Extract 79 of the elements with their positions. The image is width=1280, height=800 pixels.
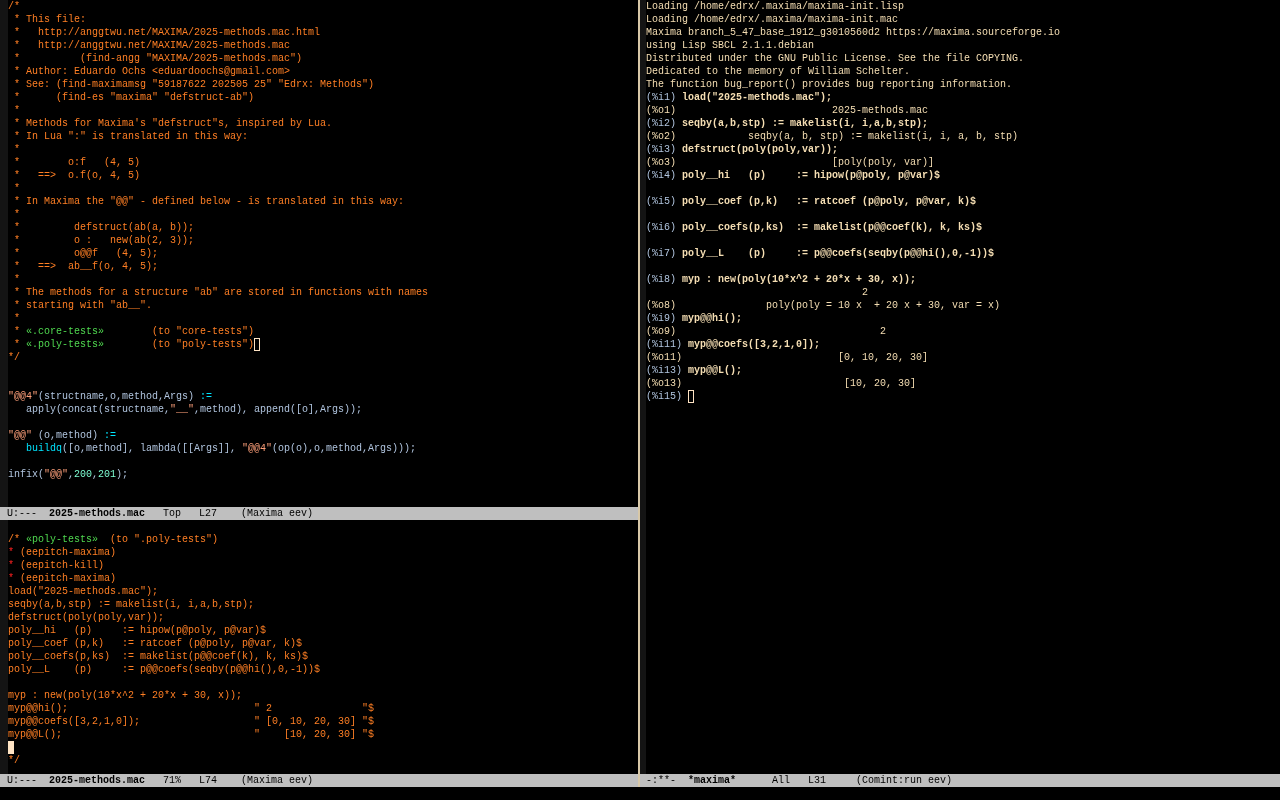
repl-line: (%i7) poly__L (p) := p@@coefs(seqby(p@@hi(),0,-1))$	[646, 247, 995, 260]
code-line: * (eepitch-maxima)	[8, 546, 117, 559]
code-line: * o@@f (4, 5);	[13, 247, 159, 260]
code-line: */	[8, 351, 20, 364]
code-line: *	[13, 182, 20, 195]
code-line: * «.poly-tests» (to "poly-tests")	[13, 338, 255, 351]
code-line: * starting with "ab__".	[13, 299, 153, 312]
repl-line: Dedicated to the memory of William Schelter.	[646, 65, 911, 78]
code-line: infix("@@",200,201);	[8, 468, 129, 481]
code-line: /* «poly-tests» (to ".poly-tests")	[8, 533, 219, 546]
code-line: * http://anggtwu.net/MAXIMA/2025-methods.mac.html	[13, 26, 321, 39]
code-line: defstruct(poly(poly,var));	[8, 611, 165, 624]
code-line: myp@@L(); " [10, 20, 30] "$	[8, 728, 375, 741]
repl-line: (%i2) seqby(a,b,stp) := makelist(i, i,a,b,stp);	[646, 117, 929, 130]
mode-line-text: U:--- 2025-methods.mac Top L27 (Maxima eev)	[7, 507, 314, 520]
code-line: /*	[8, 0, 20, 13]
code-line: * «.core-tests» (to "core-tests")	[13, 325, 255, 338]
code-line: *	[13, 208, 20, 221]
repl-line: Loading /home/edrx/.maxima/maxima-init.mac	[646, 13, 899, 26]
code-line: myp@@hi(); " 2 "$	[8, 702, 375, 715]
repl-line: Loading /home/edrx/.maxima/maxima-init.lisp	[646, 0, 905, 13]
code-line: * (eepitch-maxima)	[8, 572, 117, 585]
repl-line: (%i8) myp : new(poly(10*x^2 + 20*x + 30, x));	[646, 273, 917, 286]
mode-line-text: -:**- *maxima* All L31 (Comint:run eev)	[646, 774, 953, 787]
code-line: * ==> o.f(o, 4, 5)	[13, 169, 141, 182]
code-line: *	[13, 143, 20, 156]
repl-line: (%i4) poly__hi (p) := hipow(p@poly, p@var)$	[646, 169, 941, 182]
code-line: * Author: Eduardo Ochs <eduardoochs@gmail.com>	[13, 65, 291, 78]
repl-line: (%i1) load("2025-methods.mac");	[646, 91, 833, 104]
repl-line: (%i13) myp@@L();	[646, 364, 743, 377]
code-line: * (eepitch-kill)	[8, 559, 105, 572]
repl-line: (%i9) myp@@hi();	[646, 312, 743, 325]
repl-line: (%o1) 2025-methods.mac	[646, 104, 929, 117]
code-line: *	[13, 104, 20, 117]
code-line: buildq([o,method], lambda([[Args]], "@@4"(op(o),o,method,Args)));	[25, 442, 417, 455]
mode-line-text: U:--- 2025-methods.mac 71% L74 (Maxima eev)	[7, 774, 314, 787]
code-line: poly__hi (p) := hipow(p@poly, p@var)$	[8, 624, 267, 637]
code-line: poly__L (p) := p@@coefs(seqby(p@@hi(),0,-1))$	[8, 663, 321, 676]
code-line: "@@" (o,method) :=	[8, 429, 117, 442]
code-line: * In Lua ":" is translated in this way:	[13, 130, 249, 143]
code-line: myp : new(poly(10*x^2 + 20*x + 30, x));	[8, 689, 243, 702]
code-line: *	[13, 273, 20, 286]
code-line: * The methods for a structure "ab" are stored in functions with names	[13, 286, 429, 299]
repl-line: using Lisp SBCL 2.1.1.debian	[646, 39, 815, 52]
repl-line: The function bug_report() provides bug reporting information.	[646, 78, 1013, 91]
repl-line: Maxima branch_5_47_base_1912_g3010560d2 https://maxima.sourceforge.io	[646, 26, 1061, 39]
code-line: * See: (find-maximamsg "59187622 202505 25" "Edrx: Methods")	[13, 78, 375, 91]
code-line: * Methods for Maxima's "defstruct"s, inspired by Lua.	[13, 117, 333, 130]
code-line: load("2025-methods.mac");	[8, 585, 159, 598]
repl-line: (%i6) poly__coefs(p,ks) := makelist(p@@coef(k), k, ks)$	[646, 221, 983, 234]
code-line: * defstruct(ab(a, b));	[13, 221, 195, 234]
code-line: * http://anggtwu.net/MAXIMA/2025-methods.mac	[13, 39, 291, 52]
code-line: myp@@coefs([3,2,1,0]); " [0, 10, 20, 30] "$	[8, 715, 375, 728]
repl-line: (%i3) defstruct(poly(poly,var));	[646, 143, 839, 156]
repl-line: (%o9) 2	[646, 325, 887, 338]
repl-line: 2	[861, 286, 869, 299]
repl-line: (%i5) poly__coef (p,k) := ratcoef (p@poly, p@var, k)$	[646, 195, 977, 208]
repl-line: Distributed under the GNU Public License. See the file COPYING.	[646, 52, 1025, 65]
code-line: */	[8, 754, 20, 767]
code-line: * o : new(ab(2, 3));	[13, 234, 195, 247]
code-line: * (find-es "maxima" "defstruct-ab")	[13, 91, 255, 104]
code-line: * (find-angg "MAXIMA/2025-methods.mac")	[13, 52, 303, 65]
repl-line: (%o3) [poly(poly, var)]	[646, 156, 935, 169]
code-line: poly__coefs(p,ks) := makelist(p@@coef(k), k, ks)$	[8, 650, 309, 663]
code-line: "@@4"(structname,o,method,Args) :=	[8, 390, 213, 403]
repl-line: (%o11) [0, 10, 20, 30]	[646, 351, 929, 364]
code-line: * ==> ab__f(o, 4, 5);	[13, 260, 159, 273]
repl-line: (%o13) [10, 20, 30]	[646, 377, 917, 390]
code-line: *	[13, 312, 20, 325]
code-line: poly__coef (p,k) := ratcoef (p@poly, p@var, k)$	[8, 637, 303, 650]
repl-line: (%i11) myp@@coefs([3,2,1,0]);	[646, 338, 821, 351]
repl-line: (%o8) poly(poly = 10 x + 20 x + 30, var = x)	[646, 299, 1001, 312]
repl-line: (%o2) seqby(a, b, stp) := makelist(i, i, a, b, stp)	[646, 130, 1019, 143]
repl-line: (%i15)	[646, 390, 682, 403]
code-line: * In Maxima the "@@" - defined below - is translated in this way:	[13, 195, 405, 208]
code-line: seqby(a,b,stp) := makelist(i, i,a,b,stp);	[8, 598, 255, 611]
code-line: apply(concat(structname,"__",method), append([o],Args));	[25, 403, 363, 416]
code-line: * This file:	[13, 13, 86, 26]
code-line: * o:f (4, 5)	[13, 156, 141, 169]
